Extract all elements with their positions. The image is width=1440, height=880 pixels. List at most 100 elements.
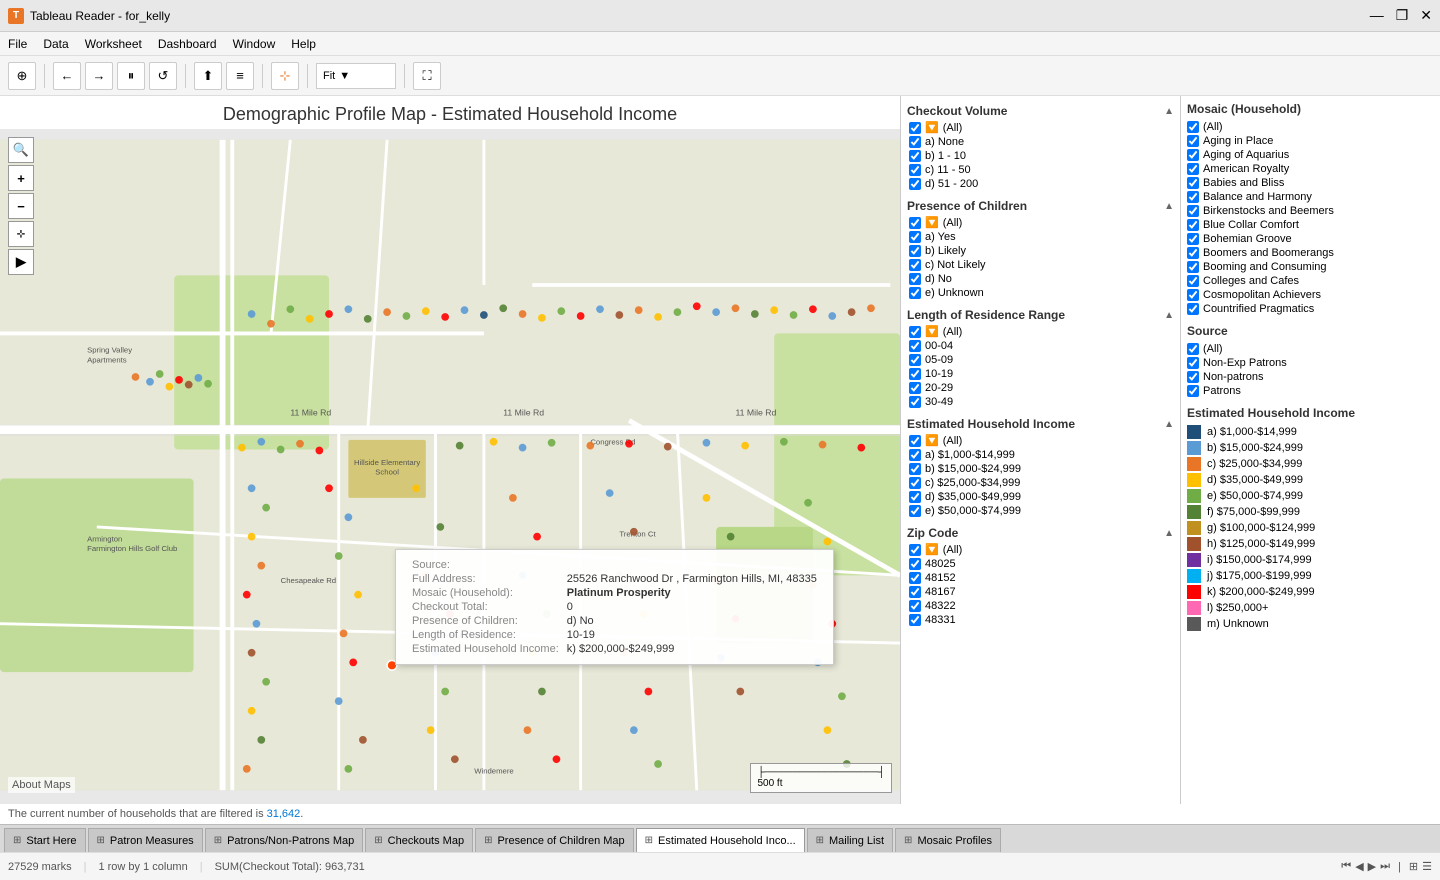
hhincome-c-checkbox[interactable] bbox=[909, 477, 921, 489]
children-notlikely-checkbox[interactable] bbox=[909, 259, 921, 271]
nav-first-btn[interactable]: ⏮ bbox=[1341, 860, 1351, 873]
source-all-checkbox[interactable] bbox=[1187, 343, 1199, 355]
tab-mosaic-profiles[interactable]: ⊞ Mosaic Profiles bbox=[895, 828, 1001, 852]
back-btn[interactable]: ← bbox=[53, 62, 81, 90]
residence-3049-checkbox[interactable] bbox=[909, 396, 921, 408]
search-btn[interactable]: 🔍 bbox=[8, 137, 34, 163]
mosaic-babies-bliss-checkbox[interactable] bbox=[1187, 177, 1199, 189]
children-all-checkbox[interactable] bbox=[909, 217, 921, 229]
nav-next-btn[interactable]: ▶ bbox=[1368, 860, 1376, 873]
mosaic-aging-in-place-checkbox[interactable] bbox=[1187, 135, 1199, 147]
tab-patrons-nonpatrons[interactable]: ⊞ Patrons/Non-Patrons Map bbox=[205, 828, 364, 852]
mosaic-blue-collar-checkbox[interactable] bbox=[1187, 219, 1199, 231]
zipcode-collapse-btn[interactable]: ▲ bbox=[1164, 528, 1174, 539]
residence-0509-checkbox[interactable] bbox=[909, 354, 921, 366]
fullscreen-btn[interactable]: ⛶ bbox=[413, 62, 441, 90]
tab-mailing-list[interactable]: ⊞ Mailing List bbox=[807, 828, 893, 852]
children-collapse-btn[interactable]: ▲ bbox=[1164, 201, 1174, 212]
length-residence-header[interactable]: Length of Residence Range ▲ bbox=[907, 306, 1174, 324]
source-nonpatrons-checkbox[interactable] bbox=[1187, 371, 1199, 383]
mosaic-balance-harmony-checkbox[interactable] bbox=[1187, 191, 1199, 203]
pan-btn[interactable]: ▶ bbox=[8, 249, 34, 275]
forward-btn[interactable]: → bbox=[85, 62, 113, 90]
mosaic-boomers-checkbox[interactable] bbox=[1187, 247, 1199, 259]
zip-48152-checkbox[interactable] bbox=[909, 572, 921, 584]
menu-file[interactable]: File bbox=[8, 37, 27, 51]
children-unknown-checkbox[interactable] bbox=[909, 287, 921, 299]
zipcode-header[interactable]: Zip Code ▲ bbox=[907, 524, 1174, 542]
source-patrons-checkbox[interactable] bbox=[1187, 385, 1199, 397]
zip-48025-checkbox[interactable] bbox=[909, 558, 921, 570]
zoom-out-btn[interactable]: − bbox=[8, 193, 34, 219]
home-btn[interactable]: ⊕ bbox=[8, 62, 36, 90]
tab-start-here[interactable]: ⊞ Start Here bbox=[4, 828, 86, 852]
checkout-none-checkbox[interactable] bbox=[909, 136, 921, 148]
mosaic-bohemian-groove-checkbox[interactable] bbox=[1187, 233, 1199, 245]
menu-help[interactable]: Help bbox=[291, 37, 316, 51]
menu-window[interactable]: Window bbox=[233, 37, 276, 51]
residence-2029-checkbox[interactable] bbox=[909, 382, 921, 394]
svg-text:11 Mile Rd: 11 Mile Rd bbox=[503, 408, 544, 418]
checkout-c-checkbox[interactable] bbox=[909, 164, 921, 176]
about-maps-btn[interactable]: About Maps bbox=[8, 777, 75, 793]
nav-prev-btn[interactable]: ◀ bbox=[1355, 860, 1363, 873]
mosaic-all-checkbox[interactable] bbox=[1187, 121, 1199, 133]
tab-estimated-hh-income[interactable]: ⊞ Estimated Household Inco... bbox=[636, 828, 805, 852]
mosaic-colleges-checkbox[interactable] bbox=[1187, 275, 1199, 287]
checkout-b-checkbox[interactable] bbox=[909, 150, 921, 162]
checkout-volume-header[interactable]: Checkout Volume ▲ bbox=[907, 102, 1174, 120]
zoom-in-btn[interactable]: + bbox=[8, 165, 34, 191]
zip-48322-checkbox[interactable] bbox=[909, 600, 921, 612]
hh-income-header[interactable]: Estimated Household Income ▲ bbox=[907, 415, 1174, 433]
zip-48331-checkbox[interactable] bbox=[909, 614, 921, 626]
hhincome-a-checkbox[interactable] bbox=[909, 449, 921, 461]
hhincome-d-checkbox[interactable] bbox=[909, 491, 921, 503]
minimize-btn[interactable]: — bbox=[1370, 7, 1384, 24]
source-nonexp-checkbox[interactable] bbox=[1187, 357, 1199, 369]
lasso-btn[interactable]: ⊹ bbox=[8, 221, 34, 247]
children-yes-checkbox[interactable] bbox=[909, 231, 921, 243]
zip-all-checkbox[interactable] bbox=[909, 544, 921, 556]
mosaic-american-royalty-checkbox[interactable] bbox=[1187, 163, 1199, 175]
checkout-d-checkbox[interactable] bbox=[909, 178, 921, 190]
mosaic-booming-checkbox[interactable] bbox=[1187, 261, 1199, 273]
sort-btn[interactable]: ≡ bbox=[226, 62, 254, 90]
view-dropdown[interactable]: Fit▼ bbox=[316, 63, 396, 89]
checkout-collapse-btn[interactable]: ▲ bbox=[1164, 106, 1174, 117]
legend-item: Boomers and Boomerangs bbox=[1187, 246, 1434, 260]
presence-children-header[interactable]: Presence of Children ▲ bbox=[907, 197, 1174, 215]
hhincome-all-checkbox[interactable] bbox=[909, 435, 921, 447]
filter-item: a) Yes bbox=[909, 230, 1174, 244]
residence-all-checkbox[interactable] bbox=[909, 326, 921, 338]
map-canvas[interactable]: Hillside Elementary School 11 Mile Rd 11… bbox=[0, 129, 900, 801]
mosaic-birkenstocks-checkbox[interactable] bbox=[1187, 205, 1199, 217]
select-btn[interactable]: ⊹ bbox=[271, 62, 299, 90]
menu-dashboard[interactable]: Dashboard bbox=[158, 37, 217, 51]
residence-1019-checkbox[interactable] bbox=[909, 368, 921, 380]
tab-checkouts-map[interactable]: ⊞ Checkouts Map bbox=[365, 828, 473, 852]
mosaic-cosmopolitan-checkbox[interactable] bbox=[1187, 289, 1199, 301]
hhincome-collapse-btn[interactable]: ▲ bbox=[1164, 419, 1174, 430]
refresh-btn[interactable]: ↺ bbox=[149, 62, 177, 90]
export-btn[interactable]: ⬆ bbox=[194, 62, 222, 90]
nav-last-btn[interactable]: ⏭ bbox=[1380, 860, 1390, 873]
list-view-btn[interactable]: ☰ bbox=[1422, 860, 1432, 873]
checkout-all-checkbox[interactable] bbox=[909, 122, 921, 134]
mosaic-aging-aquarius-checkbox[interactable] bbox=[1187, 149, 1199, 161]
menu-data[interactable]: Data bbox=[43, 37, 68, 51]
grid-view-btn[interactable]: ⊞ bbox=[1409, 860, 1418, 873]
maximize-btn[interactable]: ❐ bbox=[1396, 7, 1409, 24]
pause-btn[interactable]: ⏸ bbox=[117, 62, 145, 90]
tab-presence-children[interactable]: ⊞ Presence of Children Map bbox=[475, 828, 634, 852]
mosaic-countrified-checkbox[interactable] bbox=[1187, 303, 1199, 315]
hhincome-b-checkbox[interactable] bbox=[909, 463, 921, 475]
menu-worksheet[interactable]: Worksheet bbox=[85, 37, 142, 51]
hhincome-e-checkbox[interactable] bbox=[909, 505, 921, 517]
residence-collapse-btn[interactable]: ▲ bbox=[1164, 310, 1174, 321]
tab-patron-measures[interactable]: ⊞ Patron Measures bbox=[88, 828, 203, 852]
close-btn[interactable]: ✕ bbox=[1420, 7, 1432, 24]
residence-0004-checkbox[interactable] bbox=[909, 340, 921, 352]
children-likely-checkbox[interactable] bbox=[909, 245, 921, 257]
children-no-checkbox[interactable] bbox=[909, 273, 921, 285]
zip-48167-checkbox[interactable] bbox=[909, 586, 921, 598]
